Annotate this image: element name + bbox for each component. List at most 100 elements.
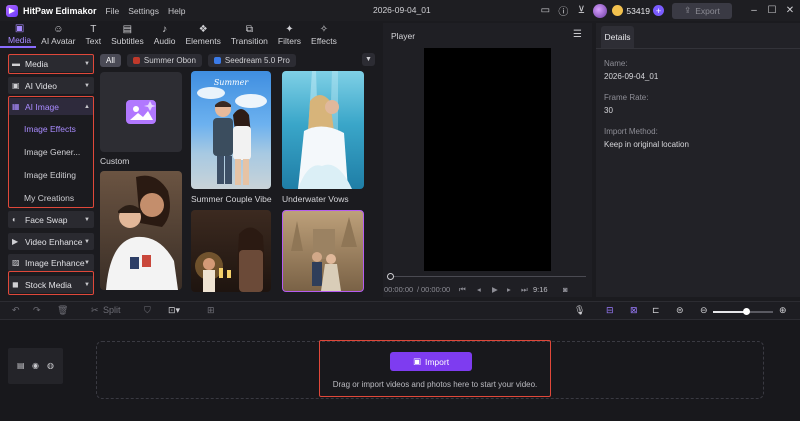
player-preview <box>424 48 551 296</box>
underwater-vows-card[interactable] <box>282 71 364 189</box>
text-icon: T <box>90 23 97 35</box>
split-label[interactable]: Split <box>103 305 121 315</box>
summer-couple-card[interactable]: Summer <box>191 71 271 189</box>
maximize-icon[interactable]: ☐ <box>766 5 778 17</box>
player-title: Player <box>391 31 416 41</box>
tab-effects[interactable]: ✧ Effects <box>306 21 342 48</box>
text-tool-icon[interactable]: ⊡▾ <box>168 305 180 316</box>
tab-ai-avatar[interactable]: ☺ AI Avatar <box>36 21 80 48</box>
menu-settings[interactable]: Settings <box>128 6 159 16</box>
tab-details[interactable]: Details <box>601 26 634 48</box>
sidebar-item-face-swap[interactable]: ◐ Face Swap ▼ <box>8 211 94 228</box>
time-current: 00:00:00 <box>384 285 414 294</box>
coins-count: 53419 <box>626 5 650 16</box>
audio-icon: ♪ <box>162 23 168 35</box>
filter-all[interactable]: All <box>100 53 121 67</box>
scrub-track[interactable] <box>391 276 586 277</box>
summer-obon-icon <box>132 56 140 64</box>
custom-effect-card[interactable] <box>100 72 182 152</box>
layout-icon[interactable]: ▭ <box>539 5 551 17</box>
coin-icon <box>612 5 624 16</box>
chevron-down-icon: ▼ <box>84 82 90 89</box>
sidebar-item-image-enhance[interactable]: ▨ Image Enhance ▼ <box>8 254 94 271</box>
skip-forward-icon[interactable]: ⏭ <box>521 285 528 295</box>
menu-file[interactable]: File <box>106 6 120 16</box>
highlight-media <box>8 54 94 74</box>
filter-summer-obon[interactable]: Summer Obon <box>126 53 202 67</box>
export-button[interactable]: ⇪ Export <box>672 2 732 19</box>
media-card-couple-portrait[interactable] <box>100 171 182 290</box>
project-title: 2026-09-04_01 <box>373 5 431 15</box>
link-icon[interactable]: ⊟ <box>606 305 614 316</box>
zoom-in-icon[interactable]: ⊕ <box>779 305 787 316</box>
undo-icon[interactable]: ↶ <box>12 305 20 316</box>
export-label: Export <box>695 5 720 16</box>
snapshot-icon[interactable]: ◙ <box>563 285 568 294</box>
player-panel: Player ☰ <box>383 23 592 297</box>
effects-icon: ✧ <box>319 23 329 35</box>
zoom-out-icon[interactable]: ⊖ <box>700 305 708 316</box>
filter-chips: All Summer Obon Seedream 5.0 Pro <box>100 53 378 67</box>
tab-elements[interactable]: ❖ Elements <box>180 21 225 48</box>
info-icon[interactable]: ⓘ <box>557 5 569 18</box>
avatar[interactable] <box>593 3 608 18</box>
add-coins-button[interactable]: + <box>653 5 664 16</box>
magnet-icon[interactable]: ⊠ <box>630 305 638 316</box>
ai-avatar-icon: ☺ <box>53 23 64 35</box>
scrub-handle[interactable] <box>387 273 394 280</box>
media-card-birthday[interactable] <box>191 210 271 292</box>
redo-icon[interactable]: ↷ <box>33 305 41 316</box>
download-icon[interactable]: ⊻ <box>575 5 587 17</box>
microphone-icon[interactable]: 🎙 <box>574 305 585 316</box>
main-toolbar: ▣ Media ☺ AI Avatar T Text ▤ Subtitles ♪… <box>0 21 380 48</box>
highlight-stock-media <box>8 271 94 295</box>
track-icon[interactable]: ▤ <box>17 361 25 370</box>
minimize-icon[interactable]: – <box>748 5 760 17</box>
card-label-custom: Custom <box>100 156 130 166</box>
track-header: ▤ ◉ ◍ <box>8 348 63 384</box>
import-method-label: Import Method: <box>604 127 658 136</box>
snap-icon[interactable]: ⊜ <box>676 305 684 316</box>
aspect-ratio[interactable]: 9:16 <box>533 285 548 294</box>
skip-back-icon[interactable]: ⏮ <box>459 285 466 295</box>
split-icon[interactable]: ✂ <box>91 305 99 316</box>
folder-plus-icon: ▣ <box>412 356 421 366</box>
import-button[interactable]: ▣ Import <box>390 352 472 371</box>
import-method-value: Keep in original location <box>604 140 689 149</box>
card-label-underwater-vows: Underwater Vows <box>282 194 349 204</box>
tab-audio[interactable]: ♪ Audio <box>149 21 181 48</box>
tab-filters[interactable]: ✦ Filters <box>273 21 306 48</box>
visibility-icon[interactable]: ◉ <box>32 361 39 370</box>
add-track-icon[interactable]: ⊞ <box>207 305 215 316</box>
time-separator: / <box>417 285 420 294</box>
highlight-ai-image <box>8 96 94 208</box>
menu-help[interactable]: Help <box>168 6 185 16</box>
shield-icon[interactable]: ⛉ <box>144 305 151 316</box>
delete-icon[interactable]: 🗑 <box>57 305 68 316</box>
transition-icon: ⧉ <box>245 23 253 35</box>
add-image-icon <box>126 100 156 124</box>
face-swap-icon: ◐ <box>12 215 17 224</box>
next-frame-icon[interactable]: ▸ <box>507 285 511 294</box>
chevron-down-icon: ▼ <box>84 259 90 266</box>
card-label-summer-couple: Summer Couple Vibe <box>191 194 272 204</box>
filters-icon: ✦ <box>285 23 294 35</box>
tab-transition[interactable]: ⧉ Transition <box>226 21 273 48</box>
prev-frame-icon[interactable]: ◂ <box>477 285 481 294</box>
mute-icon[interactable]: ◍ <box>47 361 54 370</box>
sidebar-item-video-enhance[interactable]: ▶ Video Enhance ▼ <box>8 233 94 250</box>
chevron-down-icon[interactable]: ▼ <box>362 53 375 66</box>
sidebar-item-ai-video[interactable]: ▣ AI Video ▼ <box>8 77 94 94</box>
tab-text[interactable]: T Text <box>81 21 107 48</box>
close-icon[interactable]: ✕ <box>784 5 796 17</box>
tab-media[interactable]: ▣ Media <box>0 21 37 48</box>
title-bar: ▶ HitPaw Edimakor File Settings Help 202… <box>0 0 800 21</box>
tab-subtitles[interactable]: ▤ Subtitles <box>106 21 149 48</box>
zoom-slider-handle[interactable] <box>743 308 750 315</box>
menu-icon[interactable]: ☰ <box>573 29 582 40</box>
filter-seedream[interactable]: Seedream 5.0 Pro <box>207 53 296 67</box>
play-icon[interactable]: ▶ <box>492 285 498 294</box>
media-card-castle-couple[interactable] <box>282 210 364 292</box>
fit-icon[interactable]: ⊏ <box>652 305 660 316</box>
name-value: 2026-09-04_01 <box>604 72 659 81</box>
